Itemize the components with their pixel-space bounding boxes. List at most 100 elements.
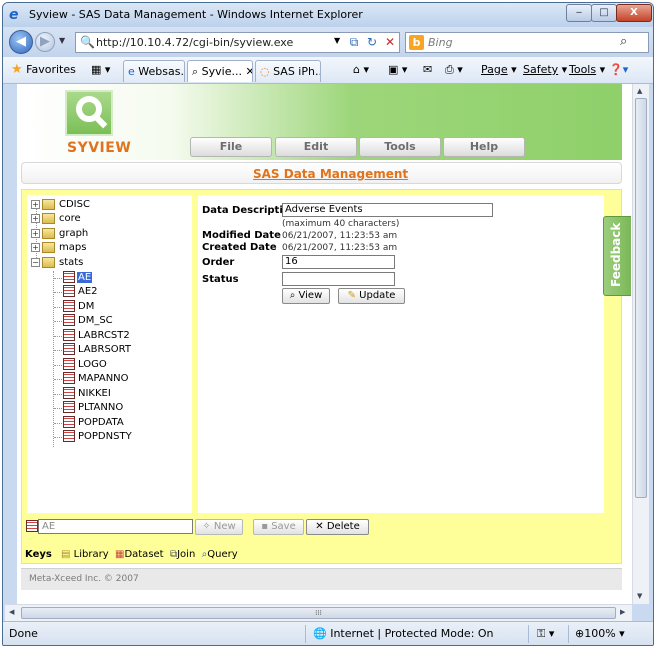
dataset-icon (26, 520, 38, 532)
tree-dataset-mapanno[interactable]: MAPANNO (63, 372, 130, 386)
scroll-left-icon[interactable]: ◀ (9, 608, 14, 616)
print-icon[interactable]: ⎙ ▾ (445, 63, 463, 77)
mail-icon[interactable]: ✉ (423, 63, 432, 76)
tab-sas-iphone[interactable]: ◌ SAS iPh... (255, 60, 321, 82)
tab-close-icon[interactable]: ✕ (246, 65, 253, 78)
new-button[interactable]: ✧ New (195, 519, 243, 535)
zoom-control[interactable]: ⊕100% ▾ (575, 627, 625, 640)
tree-dataset-labrsort[interactable]: LABRSORT (63, 343, 132, 357)
save-button[interactable]: ▪ Save (253, 519, 304, 535)
expand-icon[interactable]: + (31, 229, 40, 238)
status-separator (528, 625, 529, 643)
back-button[interactable]: ◀ (9, 30, 33, 54)
tree-folder-core[interactable]: + core (31, 213, 82, 227)
address-dropdown-icon[interactable]: ▼ (334, 36, 340, 45)
folder-icon (42, 242, 55, 253)
bing-icon: b (409, 35, 424, 50)
feedback-tab[interactable]: Feedback (603, 216, 631, 296)
view-button-label: View (298, 290, 323, 301)
compatibility-view-icon[interactable]: ⧉ (346, 35, 362, 50)
tree-dataset-ae[interactable]: AE (63, 271, 93, 285)
tree-folder-stats[interactable]: − stats (31, 257, 84, 271)
view-button[interactable]: ⌕ View (282, 288, 330, 304)
menu-tools[interactable]: Tools (359, 137, 441, 157)
protected-mode-icon[interactable]: ⚿ ▾ (537, 627, 554, 641)
tree-connector (54, 379, 62, 380)
tree-dataset-nikkei[interactable]: NIKKEI (63, 387, 112, 401)
tree-dataset-dm-sc[interactable]: DM_SC (63, 314, 114, 328)
syview-logo-icon (65, 90, 113, 136)
favorites-label: Favorites (26, 63, 76, 76)
feeds-icon[interactable]: ▣ ▾ (388, 63, 407, 76)
horizontal-scroll-thumb[interactable]: ⁞⁞⁞ (21, 607, 616, 619)
forward-button[interactable]: ▶ (35, 32, 55, 52)
update-button[interactable]: ✎ Update (338, 288, 405, 304)
dataset-name-field[interactable]: AE (38, 519, 193, 534)
status-field[interactable] (282, 272, 395, 286)
logo-text: SYVIEW (67, 140, 132, 156)
favorites-star-icon: ★ (11, 62, 23, 77)
tree-dataset-ae2[interactable]: AE2 (63, 285, 99, 299)
tree-label: POPDATA (78, 416, 124, 428)
tree-dataset-pltanno[interactable]: PLTANNO (63, 401, 124, 415)
maximize-button[interactable]: □ (591, 4, 617, 22)
vertical-scroll-thumb[interactable] (635, 98, 647, 498)
address-field[interactable]: 🔍 http://10.10.4.72/cgi-bin/syview.exe ▼… (75, 32, 400, 53)
quick-tabs-icon[interactable]: ▦ ▾ (91, 63, 110, 76)
title-bar: e Syview - SAS Data Management - Windows… (3, 3, 653, 27)
tree-folder-maps[interactable]: + maps (31, 242, 87, 256)
refresh-icon[interactable]: ↻ (364, 35, 380, 50)
tree-dataset-dm[interactable]: DM (63, 300, 95, 314)
tree-dataset-logo[interactable]: LOGO (63, 358, 108, 372)
scroll-down-icon[interactable]: ▼ (637, 592, 642, 600)
scroll-right-icon[interactable]: ▶ (620, 608, 625, 616)
new-button-label: New (213, 521, 236, 532)
menu-file[interactable]: File (190, 137, 272, 157)
dataset-icon (63, 358, 75, 370)
tree-label: NIKKEI (78, 387, 111, 399)
page-menu[interactable]: Page ▾ (481, 63, 517, 76)
help-icon[interactable]: ❓▾ (609, 63, 628, 76)
scroll-up-icon[interactable]: ▲ (637, 87, 642, 95)
safety-menu[interactable]: Safety ▾ (523, 63, 567, 76)
expand-icon[interactable]: + (31, 214, 40, 223)
data-description-field[interactable]: Adverse Events (282, 203, 493, 217)
expand-icon[interactable]: + (31, 243, 40, 252)
tab-websas[interactable]: e Websas... (123, 60, 185, 82)
search-icon[interactable]: ⌕ (620, 34, 627, 49)
security-zone[interactable]: 🌐 Internet | Protected Mode: On (313, 627, 494, 640)
minimize-button[interactable]: ‒ (566, 4, 592, 22)
page-title[interactable]: SAS Data Management (253, 167, 408, 181)
close-button[interactable]: X (616, 4, 652, 22)
tree-dataset-popdnsty[interactable]: POPDNSTY (63, 430, 133, 444)
horizontal-scrollbar[interactable]: ◀ ⁞⁞⁞ ▶ (5, 604, 632, 621)
tree-folder-graph[interactable]: + graph (31, 228, 89, 242)
stop-icon[interactable]: ✕ (382, 35, 398, 50)
menu-help[interactable]: Help (443, 137, 525, 157)
tab-site-icon: ◌ (260, 65, 270, 78)
tree-folder-cdisc[interactable]: + CDISC (31, 199, 91, 213)
order-field[interactable]: 16 (282, 255, 395, 269)
menu-edit[interactable]: Edit (275, 137, 357, 157)
expand-icon[interactable]: + (31, 200, 40, 209)
status-bar: Done 🌐 Internet | Protected Mode: On ⚿ ▾… (3, 621, 653, 645)
search-field[interactable]: b Bing ⌕ (405, 32, 649, 53)
home-icon[interactable]: ⌂ ▾ (353, 63, 369, 76)
panel-divider[interactable] (195, 195, 197, 513)
tools-menu[interactable]: Tools ▾ (569, 63, 605, 76)
dataset-icon (63, 372, 75, 384)
collapse-icon[interactable]: − (31, 258, 40, 267)
tab-syview[interactable]: ⌕ Syvie... ✕ (187, 60, 253, 82)
status-text: Done (9, 627, 38, 640)
delete-button[interactable]: ✕ Delete (306, 519, 369, 535)
vertical-scrollbar[interactable]: ▲ ▼ (632, 84, 649, 604)
favorites-button[interactable]: ★ Favorites (11, 62, 76, 77)
tree-label: PLTANNO (78, 401, 124, 413)
tree-dataset-popdata[interactable]: POPDATA (63, 416, 125, 430)
tree-dataset-labrcst2[interactable]: LABRCST2 (63, 329, 131, 343)
tree-label: DM (78, 300, 95, 312)
tree-label: LOGO (78, 358, 107, 370)
tab-search-icon: ⌕ (192, 65, 199, 78)
tree-label: MAPANNO (78, 372, 129, 384)
history-dropdown-icon[interactable]: ▼ (59, 36, 65, 45)
